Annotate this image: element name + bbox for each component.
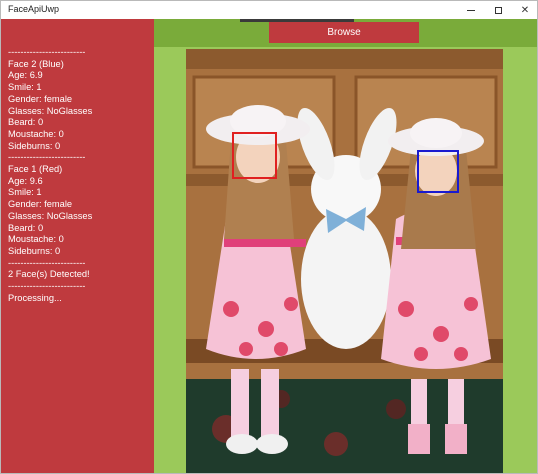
minimize-icon (467, 9, 475, 11)
log-separator: ------------------------- (8, 257, 86, 268)
browse-button[interactable]: Browse (269, 22, 419, 43)
log-line: Glasses: NoGlasses (8, 105, 93, 116)
maximize-button[interactable] (485, 1, 511, 19)
log-separator: ------------------------- (8, 47, 86, 57)
log-line: Gender: female (8, 199, 73, 210)
log-line: Smile: 1 (8, 82, 42, 93)
log-line: 2 Face(s) Detected! (8, 269, 90, 280)
minimize-button[interactable] (458, 1, 484, 19)
log-line: Face 2 (Blue) (8, 58, 64, 69)
close-icon: ✕ (520, 4, 530, 16)
face-1-box (232, 132, 277, 179)
close-button[interactable]: ✕ (512, 1, 537, 19)
photo-illustration (186, 49, 503, 473)
log-line: Gender: female (8, 93, 73, 104)
log-line: Age: 9.6 (8, 175, 43, 186)
analyzed-photo (186, 49, 503, 473)
results-panel: ------------------------- Face 2 (Blue) Ag… (1, 19, 154, 473)
log-line: Glasses: NoGlasses (8, 210, 93, 221)
log-separator: ------------------------- (8, 152, 86, 163)
image-panel: Browse (154, 19, 537, 473)
log-line: Moustache: 0 (8, 234, 64, 245)
command-bar: Browse (154, 19, 537, 47)
log-line: Moustache: 0 (8, 128, 64, 139)
app-window: FaceApiUwp ✕ ------------------------- Fa… (0, 0, 538, 474)
log-line: Sideburns: 0 (8, 245, 61, 256)
maximize-icon (494, 6, 502, 14)
log-line: Sideburns: 0 (8, 140, 61, 151)
log-separator: ------------------------- (8, 281, 86, 292)
log-line: Beard: 0 (8, 117, 44, 128)
face-2-box (417, 150, 459, 193)
log-line: Processing... (8, 292, 62, 303)
window-title: FaceApiUwp (8, 4, 60, 14)
results-log: ------------------------- Face 2 (Blue) Ag… (8, 47, 92, 304)
log-line: Face 1 (Red) (8, 164, 63, 175)
log-line: Smile: 1 (8, 187, 42, 198)
log-line: Beard: 0 (8, 222, 44, 233)
log-line: Age: 6.9 (8, 70, 43, 81)
title-bar[interactable]: FaceApiUwp ✕ (1, 1, 537, 19)
